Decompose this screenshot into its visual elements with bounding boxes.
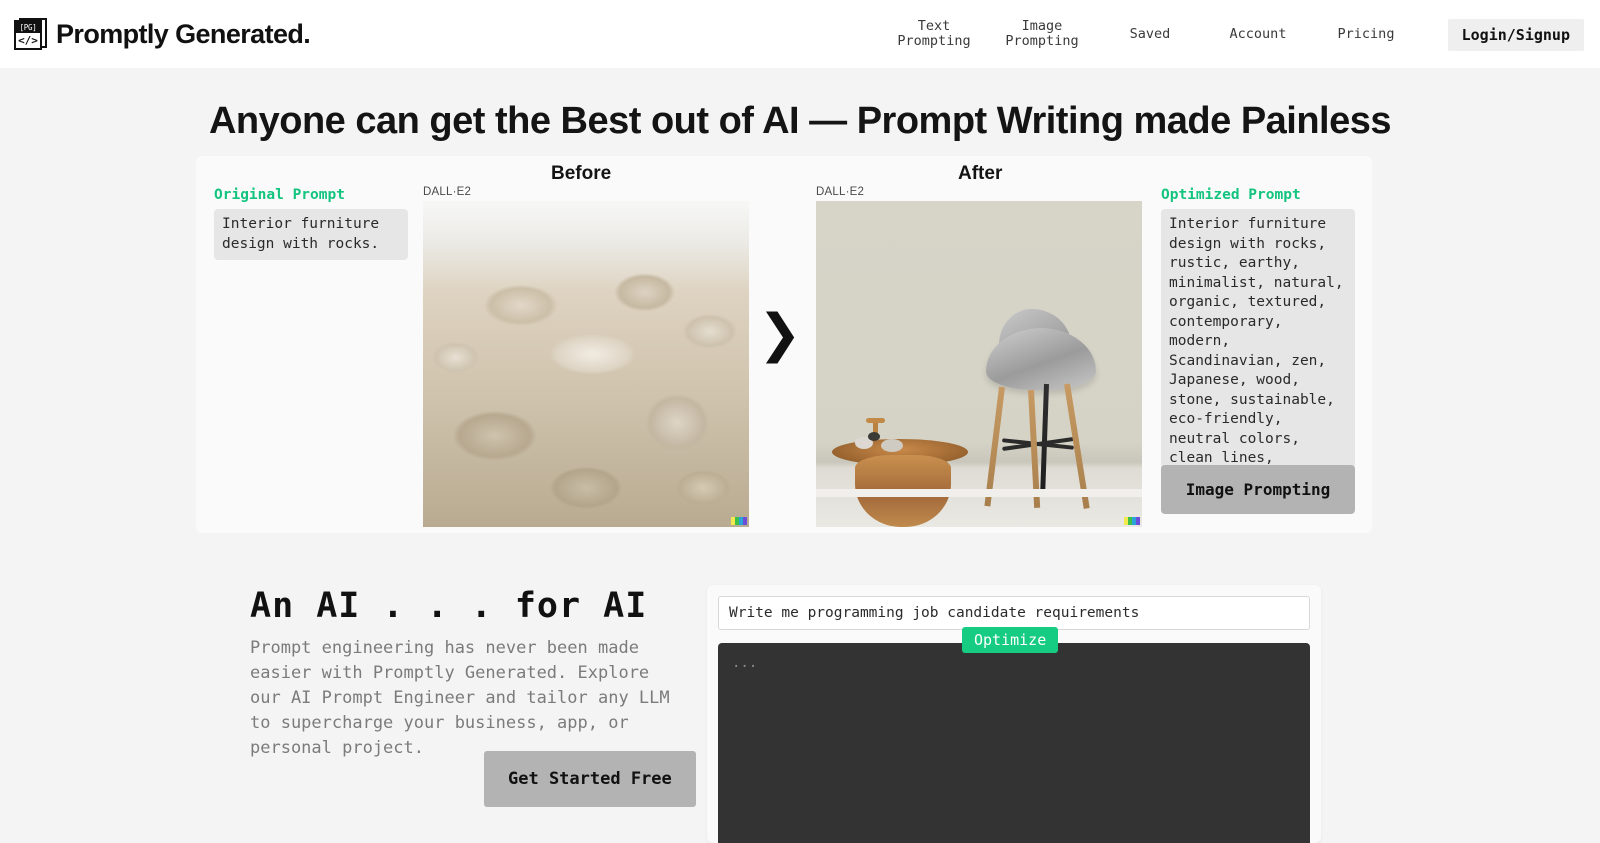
section-title: An AI . . . for AI bbox=[250, 586, 648, 626]
before-label: Before bbox=[551, 163, 612, 184]
table-rock-2 bbox=[881, 438, 904, 452]
original-prompt-block: Original Prompt Interior furniture desig… bbox=[214, 187, 408, 260]
prompt-output-area[interactable]: ... bbox=[718, 643, 1310, 843]
get-started-free-button[interactable]: Get Started Free bbox=[484, 751, 696, 807]
optimized-prompt-label: Optimized Prompt bbox=[1161, 187, 1301, 203]
before-after-panel: Before After Original Prompt Interior fu… bbox=[196, 156, 1372, 533]
nav-item-saved[interactable]: Saved bbox=[1096, 26, 1204, 42]
logo-front-panel: [PG] </> bbox=[14, 20, 42, 50]
logo-tag-text: [PG] bbox=[16, 22, 40, 33]
nav-item-text-prompting[interactable]: Text Prompting bbox=[880, 19, 988, 49]
nav-item-pricing[interactable]: Pricing bbox=[1312, 26, 1420, 42]
main-navigation: Text Prompting Image Prompting Saved Acc… bbox=[880, 0, 1420, 68]
before-image-card: DALL·E2 bbox=[423, 186, 749, 527]
brand-name: Promptly Generated. bbox=[56, 18, 311, 49]
ai-for-ai-section: An AI . . . for AI Prompt engineering ha… bbox=[250, 586, 696, 807]
dalle-watermark-icon bbox=[731, 517, 747, 525]
site-header: [PG] </> Promptly Generated. Text Prompt… bbox=[0, 0, 1600, 68]
nav-item-image-prompting[interactable]: Image Prompting bbox=[988, 19, 1096, 49]
original-prompt-text: Interior furniture design with rocks. bbox=[214, 209, 408, 260]
original-prompt-label: Original Prompt bbox=[214, 187, 345, 203]
after-image-card: DALL·E2 bbox=[816, 186, 1142, 527]
optimized-prompt-block: Optimized Prompt Interior furniture desi… bbox=[1161, 187, 1355, 494]
chair-leg-rear bbox=[1040, 383, 1050, 494]
prompt-demo-card: Optimize ... bbox=[707, 585, 1321, 843]
before-generated-image bbox=[423, 201, 749, 527]
app-logo-icon: [PG] </> bbox=[14, 17, 48, 51]
login-signup-button[interactable]: Login/Signup bbox=[1447, 19, 1584, 51]
nav-item-account[interactable]: Account bbox=[1204, 26, 1312, 42]
section-description: Prompt engineering has never been made e… bbox=[250, 638, 670, 758]
brand-logo[interactable]: [PG] </> Promptly Generated. bbox=[14, 17, 311, 51]
floor-baseboard bbox=[816, 489, 1142, 497]
after-generated-image bbox=[816, 201, 1142, 527]
dalle-watermark-icon bbox=[1124, 517, 1140, 525]
page-title: Anyone can get the Best out of AI — Prom… bbox=[208, 100, 1392, 142]
code-bracket-icon: </> bbox=[18, 34, 38, 47]
prompt-input[interactable] bbox=[718, 596, 1310, 630]
chevron-right-icon: ❯ bbox=[758, 304, 802, 364]
optimize-button[interactable]: Optimize bbox=[962, 627, 1059, 653]
optimized-prompt-text: Interior furniture design with rocks, ru… bbox=[1161, 209, 1355, 494]
after-model-tag: DALL·E2 bbox=[816, 186, 865, 198]
after-label: After bbox=[958, 163, 1003, 184]
image-prompting-button[interactable]: Image Prompting bbox=[1161, 465, 1355, 514]
before-model-tag: DALL·E2 bbox=[423, 186, 472, 198]
